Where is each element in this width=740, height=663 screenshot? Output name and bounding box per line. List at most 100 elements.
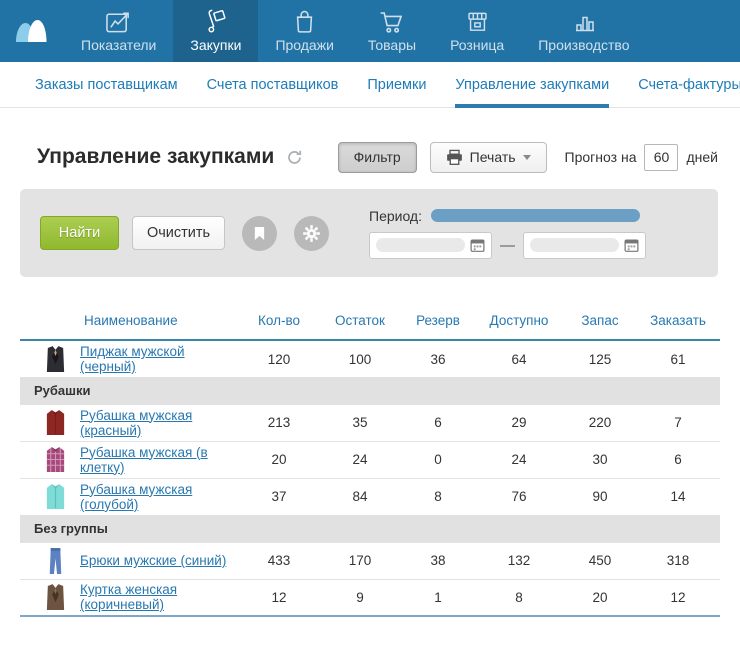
pants-blue-thumbnail [44, 546, 80, 576]
forecast-days-input[interactable] [644, 144, 678, 171]
gear-icon [302, 224, 321, 243]
subnav-item[interactable]: Счета поставщиков [207, 62, 339, 107]
storefront-icon [465, 8, 490, 34]
column-icon [20, 303, 80, 340]
column-quantity[interactable]: Кол-во [240, 303, 318, 340]
date-from-value [376, 238, 465, 252]
bookmark-button[interactable] [242, 216, 277, 251]
main-tabs: Показатели Закупки Продажи Товары Розниц… [64, 0, 647, 62]
app-logo[interactable] [0, 0, 64, 62]
find-button[interactable]: Найти [40, 216, 119, 250]
purchases-table: Наименование Кол-во Остаток Резерв Досту… [20, 303, 720, 617]
cell-value: 6 [402, 404, 474, 441]
forecast-label: Прогноз на [565, 149, 637, 165]
period-label: Период: [369, 208, 422, 224]
settings-button[interactable] [294, 216, 329, 251]
shopping-bag-icon [293, 8, 316, 34]
nav-tab-bar-chart[interactable]: Производство [521, 0, 646, 62]
date-to-value [530, 238, 619, 252]
product-link[interactable]: Куртка женская (коричневый) [80, 582, 177, 612]
period-block: Период: — [369, 208, 646, 259]
cell-value: 1 [402, 579, 474, 616]
moysklad-logo-icon [11, 15, 53, 47]
cell-value: 433 [240, 542, 318, 579]
cell-value: 30 [564, 441, 636, 478]
cell-value: 61 [636, 340, 720, 377]
print-button[interactable]: Печать [430, 142, 547, 173]
group-header-row: Без группы [20, 515, 720, 542]
refresh-icon[interactable] [286, 149, 303, 166]
nav-tab-line-chart[interactable]: Показатели [64, 0, 173, 62]
section-tabs: Заказы поставщикам Счета поставщиков Прием… [0, 62, 740, 108]
forecast-control: Прогноз на дней [565, 144, 718, 171]
cell-value: 76 [474, 478, 564, 515]
table-row: Брюки мужские (синий) 43317038132450318 [20, 542, 720, 579]
table-row: Пиджак мужской (черный) 120100366412561 [20, 340, 720, 377]
cell-value: 12 [636, 579, 720, 616]
bar-chart-icon [572, 8, 596, 34]
cell-value: 318 [636, 542, 720, 579]
column-remainder[interactable]: Остаток [318, 303, 402, 340]
subnav-item[interactable]: Приемки [367, 62, 426, 107]
shirt-plaid-thumbnail [44, 445, 80, 475]
table-header-row: Наименование Кол-во Остаток Резерв Досту… [20, 303, 720, 340]
cell-value: 20 [240, 441, 318, 478]
nav-tab-shopping-cart[interactable]: Товары [351, 0, 433, 62]
cell-value: 37 [240, 478, 318, 515]
calendar-icon[interactable] [624, 238, 639, 253]
column-reserve[interactable]: Резерв [402, 303, 474, 340]
subnav-item[interactable]: Счета-фактуры пол [638, 62, 740, 107]
product-link[interactable]: Брюки мужские (синий) [80, 553, 226, 568]
cell-value: 7 [636, 404, 720, 441]
cell-value: 9 [318, 579, 402, 616]
cell-value: 170 [318, 542, 402, 579]
nav-tab-hand-truck[interactable]: Закупки [173, 0, 258, 62]
clear-button[interactable]: Очистить [132, 216, 225, 250]
nav-tab-shopping-bag[interactable]: Продажи [258, 0, 350, 62]
subnav-item[interactable]: Управление закупками [455, 62, 609, 107]
column-stock[interactable]: Запас [564, 303, 636, 340]
cell-value: 213 [240, 404, 318, 441]
cell-value: 64 [474, 340, 564, 377]
print-button-label: Печать [470, 149, 516, 165]
shirt-cyan-thumbnail [44, 482, 80, 512]
date-to-input[interactable] [523, 232, 646, 259]
column-to-order[interactable]: Заказать [636, 303, 720, 340]
column-available[interactable]: Доступно [474, 303, 564, 340]
product-link[interactable]: Пиджак мужской (черный) [80, 344, 185, 374]
nav-tab-storefront[interactable]: Розница [433, 0, 521, 62]
line-chart-icon [105, 8, 132, 34]
cell-value: 100 [318, 340, 402, 377]
date-from-input[interactable] [369, 232, 492, 259]
page-title: Управление закупками [37, 145, 274, 169]
forecast-unit: дней [686, 149, 718, 165]
cell-value: 38 [402, 542, 474, 579]
group-header-row: Рубашки [20, 377, 720, 404]
chevron-down-icon [523, 155, 531, 160]
top-navigation: Показатели Закупки Продажи Товары Розниц… [0, 0, 740, 62]
subnav-item[interactable]: Заказы поставщикам [35, 62, 178, 107]
period-range-slider[interactable] [431, 209, 640, 222]
cell-value: 450 [564, 542, 636, 579]
cell-value: 0 [402, 441, 474, 478]
table-row: Рубашка мужская (голубой) 37848769014 [20, 478, 720, 515]
cell-value: 120 [240, 340, 318, 377]
cell-value: 220 [564, 404, 636, 441]
cell-value: 29 [474, 404, 564, 441]
product-link[interactable]: Рубашка мужская (в клетку) [80, 445, 208, 475]
calendar-icon[interactable] [470, 238, 485, 253]
cell-value: 12 [240, 579, 318, 616]
printer-icon [446, 149, 463, 166]
filter-button[interactable]: Фильтр [338, 142, 417, 173]
product-link[interactable]: Рубашка мужская (голубой) [80, 482, 192, 512]
cell-value: 8 [474, 579, 564, 616]
bookmark-icon [253, 226, 266, 241]
hand-truck-icon [203, 8, 229, 34]
product-link[interactable]: Рубашка мужская (красный) [80, 408, 192, 438]
cell-value: 14 [636, 478, 720, 515]
cell-value: 90 [564, 478, 636, 515]
shirt-red-thumbnail [44, 408, 80, 438]
cell-value: 36 [402, 340, 474, 377]
group-name: Рубашки [20, 377, 720, 404]
column-name[interactable]: Наименование [80, 303, 240, 340]
